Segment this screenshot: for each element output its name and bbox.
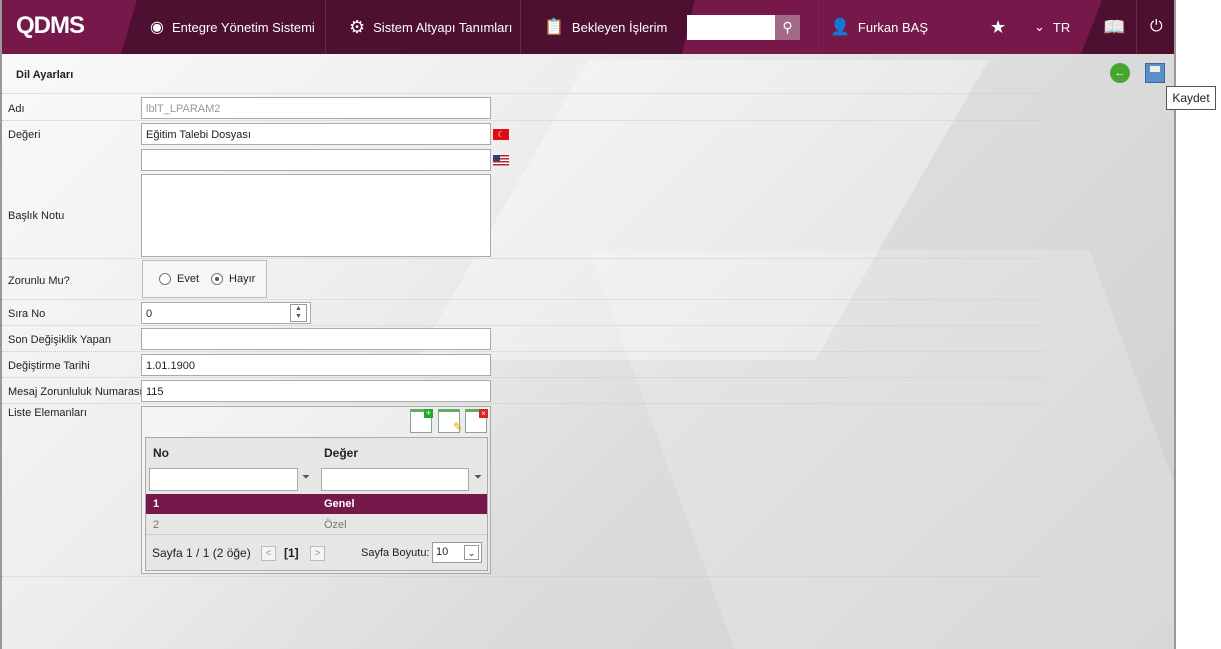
gear-icon: ⚙ — [349, 16, 366, 37]
filter-deger-input[interactable] — [321, 468, 469, 491]
mesaj-zorunluluk-field[interactable]: 115 — [141, 380, 491, 402]
top-navbar: QDMS ◉ Entegre Yönetim Sistemi ⚙ Sistem Al… — [2, 0, 1174, 54]
nav-bekleyen-islerim[interactable]: 📋 Bekleyen İşlerim — [544, 0, 667, 54]
evet-radio[interactable] — [159, 273, 171, 285]
edit-row-icon[interactable]: ✎ — [438, 409, 463, 434]
zorunlu-radio-group: Evet Hayır — [142, 260, 267, 298]
search-icon[interactable]: ⚲ — [775, 15, 800, 40]
user-icon: 👤 — [830, 19, 850, 36]
kaydet-tooltip: Kaydet — [1166, 86, 1216, 110]
table-row[interactable]: 1 Genel — [146, 494, 487, 514]
page-size-value: 10 — [436, 546, 449, 558]
hayir-label: Hayır — [229, 273, 256, 285]
degistirme-tarihi-field[interactable]: 1.01.1900 — [141, 354, 491, 376]
sira-no-field[interactable]: 0 — [141, 302, 311, 324]
power-icon[interactable]: ⏻ — [1150, 0, 1163, 54]
column-header-deger[interactable]: Değer — [324, 446, 358, 460]
save-disk-icon[interactable] — [1145, 63, 1165, 83]
son-degisiklik-label: Son Değişiklik Yapan — [8, 334, 111, 346]
evet-label: Evet — [177, 273, 200, 285]
baslik-notu-textarea[interactable] — [141, 174, 491, 257]
cell-no: 1 — [153, 498, 160, 510]
mesaj-zorunluluk-label: Mesaj Zorunluluk Numarası — [8, 386, 143, 398]
adi-field[interactable]: lblT_LPARAM2 — [141, 97, 491, 119]
zorunlu-label: Zorunlu Mu? — [8, 275, 70, 287]
back-arrow-icon[interactable]: ← — [1110, 63, 1130, 83]
user-menu[interactable]: 👤 Furkan BAŞ — [830, 0, 928, 54]
cell-deger: Genel — [324, 498, 355, 510]
cell-deger: Özel — [324, 519, 347, 531]
pager-summary: Sayfa 1 / 1 (2 öğe) — [152, 546, 251, 560]
current-page[interactable]: [1] — [284, 546, 299, 560]
hayir-radio[interactable] — [211, 273, 224, 285]
prev-page-button[interactable]: < — [261, 546, 276, 561]
language-label: TR — [1052, 19, 1071, 35]
table-row[interactable]: 2 Özel — [146, 515, 487, 535]
qdms-logo[interactable]: QDMS — [16, 12, 85, 40]
nav-entegre[interactable]: ◉ Entegre Yönetim Sistemi — [150, 0, 315, 54]
page-title: Dil Ayarları — [16, 69, 74, 81]
cell-no: 2 — [153, 519, 160, 531]
filter-no-input[interactable] — [149, 468, 298, 491]
column-header-no[interactable]: No — [153, 446, 169, 460]
degistirme-tarihi-label: Değiştirme Tarihi — [8, 360, 90, 372]
nav-label: Sistem Altyapı Tanımları — [373, 19, 513, 35]
nav-sistem-altyapi[interactable]: ⚙ Sistem Altyapı Tanımları — [349, 0, 512, 54]
filter-icon[interactable]: ⏷ — [302, 472, 310, 483]
page-size-select[interactable]: 10 ⌄ — [432, 542, 482, 563]
adi-label: Adı — [8, 103, 25, 115]
qdms-circle-icon: ◉ — [150, 19, 164, 36]
liste-grid: + ✎ × No Değer ⏷ ⏷ 1 Genel 2 Özel Sayfa 1 … — [141, 406, 491, 574]
english-flag-icon — [493, 155, 509, 166]
grid-table: No Değer ⏷ ⏷ 1 Genel 2 Özel Sayfa 1 / 1 (2… — [145, 437, 488, 571]
user-name: Furkan BAŞ — [857, 19, 929, 35]
star-icon[interactable]: ★ — [990, 0, 1006, 54]
search-input[interactable] — [687, 15, 775, 40]
son-degisiklik-field[interactable] — [141, 328, 491, 350]
chevron-down-icon: ⌄ — [464, 545, 479, 560]
degeri-tr-field[interactable]: Eğitim Talebi Dosyası — [141, 123, 491, 145]
liste-elemanlari-label: Liste Elemanları — [8, 407, 87, 419]
degeri-label: Değeri — [8, 129, 41, 141]
delete-row-icon[interactable]: × — [465, 409, 488, 433]
filter-icon[interactable]: ⏷ — [474, 472, 482, 483]
baslik-notu-label: Başlık Notu — [8, 210, 65, 222]
app-window: QDMS ◉ Entegre Yönetim Sistemi ⚙ Sistem Al… — [0, 0, 1176, 649]
nav-label: Entegre Yönetim Sistemi — [171, 19, 315, 35]
chevron-down-icon: ⌄ — [1034, 19, 1045, 34]
background-shape — [589, 250, 1174, 649]
sira-no-label: Sıra No — [8, 308, 46, 320]
manual-book-icon[interactable]: 📖 — [1103, 0, 1125, 54]
spinner-arrows-icon[interactable]: ▲ ▼ — [290, 304, 307, 322]
add-row-icon[interactable]: + — [410, 409, 433, 433]
degeri-en-field[interactable] — [141, 149, 491, 171]
clipboard-icon: 📋 — [544, 19, 564, 36]
turkish-flag-icon: ☾ — [493, 129, 509, 140]
nav-label: Bekleyen İşlerim — [571, 19, 668, 35]
page-size-label: Sayfa Boyutu: — [361, 547, 430, 559]
language-selector[interactable]: ⌄ TR — [1034, 0, 1070, 54]
next-page-button[interactable]: > — [310, 546, 325, 561]
